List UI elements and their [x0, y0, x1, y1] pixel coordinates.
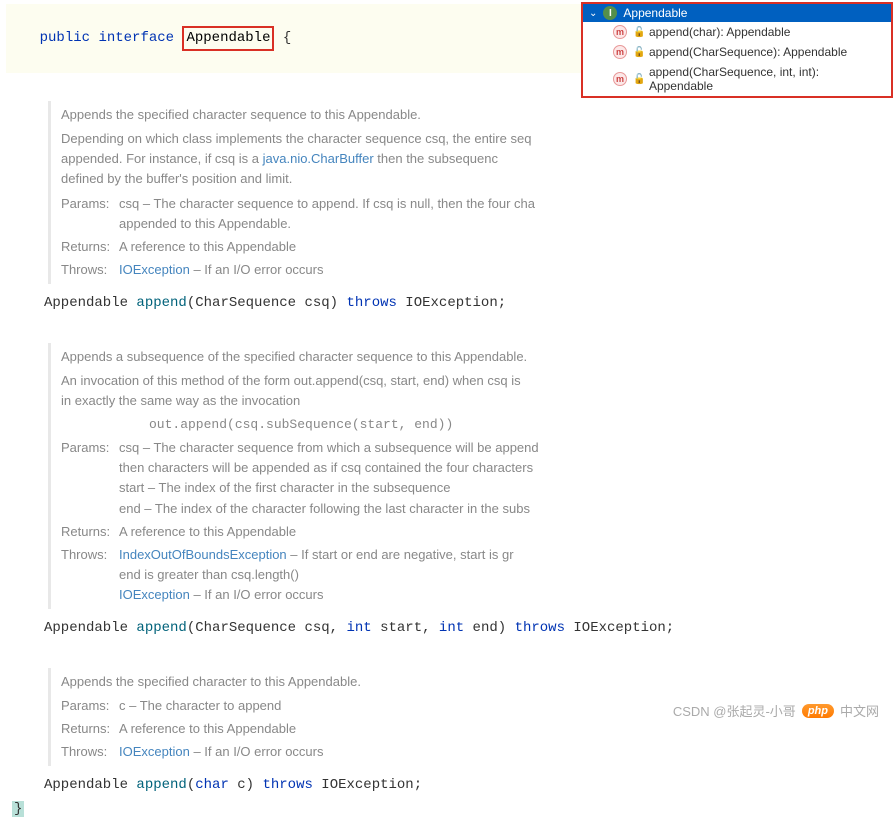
method-signature-2: Appendable append(CharSequence csq, int … — [44, 617, 893, 639]
structure-method-item[interactable]: m 🔓 append(CharSequence): Appendable — [583, 42, 891, 62]
type-link-charbuffer[interactable]: java.nio.CharBuffer — [263, 151, 374, 166]
doc-returns: Returns: A reference to this Appendable — [61, 719, 893, 739]
site-label: 中文网 — [840, 701, 879, 720]
method-icon: m — [613, 72, 627, 86]
structure-view-panel[interactable]: ⌄ I Appendable m 🔓 append(char): Appenda… — [581, 2, 893, 98]
doc-detail: Depending on which class implements the … — [61, 129, 893, 189]
method-signature-1: Appendable append(CharSequence csq) thro… — [44, 292, 893, 314]
lock-icon: 🔓 — [633, 27, 643, 37]
doc-throws: Throws: IndexOutOfBoundsException – If s… — [61, 545, 893, 605]
doc-params: Params: csq – The character sequence to … — [61, 194, 893, 234]
exception-link[interactable]: IndexOutOfBoundsException — [119, 547, 287, 562]
doc-detail: An invocation of this method of the form… — [61, 371, 893, 411]
doc-returns: Returns: A reference to this Appendable — [61, 237, 893, 257]
doc-summary: Appends the specified character sequence… — [61, 105, 893, 125]
exception-link[interactable]: IOException — [119, 744, 190, 759]
class-name-highlighted: Appendable — [182, 26, 274, 51]
structure-header[interactable]: ⌄ I Appendable — [583, 4, 891, 22]
method-label: append(CharSequence, int, int): Appendab… — [649, 65, 885, 93]
method-icon: m — [613, 45, 627, 59]
doc-summary: Appends a subsequence of the specified c… — [61, 347, 893, 367]
lock-icon: 🔓 — [633, 74, 643, 84]
doc-returns: Returns: A reference to this Appendable — [61, 522, 893, 542]
php-badge-icon: php — [802, 704, 834, 718]
doc-throws: Throws: IOException – If an I/O error oc… — [61, 260, 893, 280]
keyword-public: public — [40, 30, 90, 46]
watermark: CSDN @张起灵-小哥 php 中文网 — [673, 701, 879, 720]
javadoc-block-1: Appends the specified character sequence… — [48, 101, 893, 284]
doc-summary: Appends the specified character to this … — [61, 672, 893, 692]
structure-method-item[interactable]: m 🔓 append(char): Appendable — [583, 22, 891, 42]
open-brace: { — [283, 30, 291, 46]
close-brace: } — [12, 801, 24, 817]
structure-title: Appendable — [623, 6, 687, 20]
exception-link[interactable]: IOException — [119, 587, 190, 602]
structure-method-item[interactable]: m 🔓 append(CharSequence, int, int): Appe… — [583, 62, 891, 96]
doc-code-example: out.append(csq.subSequence(start, end)) — [149, 415, 893, 435]
interface-icon: I — [603, 6, 617, 20]
chevron-down-icon[interactable]: ⌄ — [589, 8, 597, 19]
exception-link[interactable]: IOException — [119, 262, 190, 277]
csdn-attribution: CSDN @张起灵-小哥 — [673, 701, 796, 720]
method-icon: m — [613, 25, 627, 39]
code-editor[interactable]: public interface Appendable { Appends th… — [0, 0, 893, 817]
doc-throws: Throws: IOException – If an I/O error oc… — [61, 742, 893, 762]
method-signature-3: Appendable append(char c) throws IOExcep… — [44, 774, 893, 796]
doc-params: Params: csq – The character sequence fro… — [61, 438, 893, 519]
method-label: append(CharSequence): Appendable — [649, 45, 847, 59]
keyword-interface: interface — [98, 30, 174, 46]
method-label: append(char): Appendable — [649, 25, 790, 39]
lock-icon: 🔓 — [633, 47, 643, 57]
javadoc-block-2: Appends a subsequence of the specified c… — [48, 343, 893, 610]
